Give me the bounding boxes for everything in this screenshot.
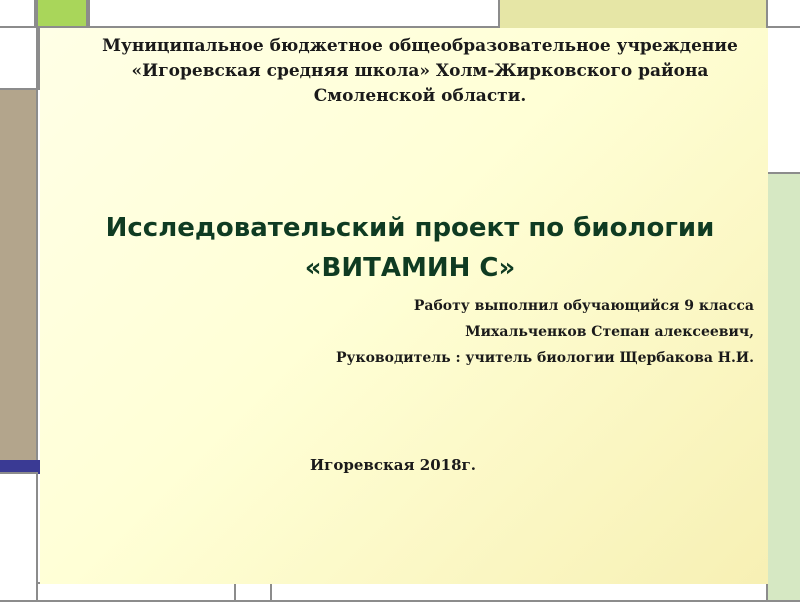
frame-block-bottom-right [270, 582, 768, 602]
project-title-name: «ВИТАМИН С» [304, 253, 516, 283]
student-name: Михальченков Степан алексеевич, [465, 324, 754, 340]
project-title: Исследовательский проект по биологии «ВИ… [40, 208, 780, 288]
frame-block-right-upper [766, 26, 800, 174]
organization-line: Смоленской области. [313, 86, 527, 106]
frame-block-top-right [766, 0, 800, 28]
project-title-line: Исследовательский проект по биологии [105, 213, 715, 243]
frame-block-top-left [0, 0, 36, 28]
frame-block-left-tan [0, 88, 38, 462]
organization-heading: Муниципальное бюджетное общеобразователь… [80, 34, 760, 109]
frame-block-green-corner [36, 0, 88, 28]
frame-block-bottom-left [36, 582, 236, 602]
frame-block-left-lower [0, 472, 38, 602]
frame-block-top-mid [88, 0, 500, 28]
frame-block-left-upper [0, 26, 38, 90]
performer-line: Работу выполнил обучающийся 9 класса [413, 298, 754, 314]
place-and-year: Игоревская 2018г. [310, 456, 476, 474]
organization-line: Муниципальное бюджетное общеобразователь… [102, 36, 738, 56]
organization-line: «Игоревская средняя школа» Холм-Жирковск… [131, 61, 709, 81]
supervisor-line: Руководитель : учитель биологии Щербаков… [335, 350, 754, 366]
